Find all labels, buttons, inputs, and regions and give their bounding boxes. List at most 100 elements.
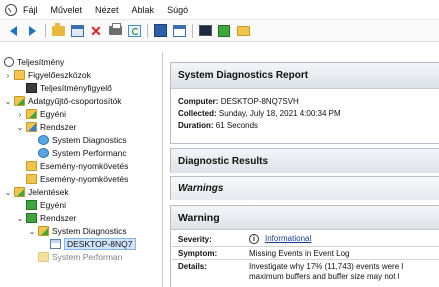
toolbar-separator (45, 23, 46, 38)
tree-item-data-collector-sets[interactable]: ⌄ Adatgyűjtő-csoportosítók (4, 95, 122, 107)
report-icon (50, 239, 61, 249)
tree-item-monitoring-tools[interactable]: › Figyelőeszközok (4, 69, 91, 81)
tree-item-report-desktop[interactable]: DESKTOP-8NQ7 (50, 238, 136, 250)
refresh-button[interactable] (126, 23, 142, 39)
computer-label: Computer: (178, 97, 219, 106)
tree-item-label: Rendszer (40, 122, 77, 132)
back-button[interactable] (5, 23, 21, 39)
menu-view[interactable]: Nézet (95, 5, 119, 15)
tree-item-label: Egyéni (40, 200, 66, 210)
tree-item-reports-system[interactable]: ⌄ Rendszer (16, 212, 76, 224)
chevron-down-icon[interactable]: ⌄ (16, 214, 24, 223)
chevron-down-icon[interactable]: ⌄ (16, 123, 24, 132)
user-defined-folder-icon (26, 109, 37, 119)
warning-heading: Warning (171, 206, 439, 230)
chevron-right-icon[interactable]: › (16, 110, 24, 119)
tree-item-system-performance[interactable]: System Performanc (38, 147, 127, 159)
tree-item-label: System Performan (52, 252, 123, 262)
monitor-button[interactable] (197, 23, 213, 39)
folder-icon (38, 252, 49, 262)
diagnostic-results-section[interactable]: Diagnostic Results (170, 148, 439, 173)
divider (171, 259, 439, 260)
tree-item-performance-monitor[interactable]: Teljesítményfigyelő (26, 82, 112, 94)
tree-item-label: Adatgyűjtő-csoportosítók (28, 96, 122, 106)
duration-value: 61 Seconds (215, 121, 259, 130)
tree-item-label: Rendszer (40, 213, 77, 223)
print-icon (108, 23, 122, 35)
refresh-icon (127, 24, 141, 37)
warnings-heading: Warnings (171, 177, 439, 200)
toolbar-separator (147, 23, 148, 38)
chevron-right-icon[interactable]: › (4, 71, 12, 80)
collected-label: Collected: (178, 109, 217, 118)
view-button[interactable] (171, 23, 187, 39)
warnings-section[interactable]: Warnings (170, 176, 439, 200)
folder-icon (26, 174, 37, 184)
duration-label: Duration: (178, 121, 214, 130)
diagnostic-results-heading: Diagnostic Results (171, 149, 439, 173)
report-pane: System Diagnostics Report Computer: DESK… (170, 52, 439, 287)
tree-item-reports-system-diagnostics[interactable]: ⌄ System Diagnostics (28, 225, 127, 237)
console-tree-icon (70, 24, 84, 37)
toolbar-separator (192, 23, 193, 38)
console-tree: Teljesítmény › Figyelőeszközok Teljesítm… (0, 52, 163, 287)
chevron-down-icon[interactable]: ⌄ (28, 227, 36, 236)
system-folder-icon (26, 122, 37, 132)
menu-bar: Fájl Művelet Nézet Ablak Súgó (0, 0, 439, 20)
chevron-down-icon[interactable]: ⌄ (4, 97, 12, 106)
divider (171, 246, 439, 247)
report-folder-icon (38, 226, 49, 236)
computer-row: Computer: DESKTOP-8NQ7SVH (178, 97, 299, 106)
properties-icon (153, 24, 167, 37)
monitor-icon (198, 25, 212, 36)
delete-button[interactable]: ✕ (88, 23, 104, 39)
report-title: System Diagnostics Report (171, 63, 439, 89)
tree-item-reports-system-performance[interactable]: System Performan (38, 251, 122, 263)
performance-monitor-app-icon[interactable] (5, 3, 17, 16)
computer-value: DESKTOP-8NQ7SVH (220, 97, 299, 106)
delete-icon: ✕ (90, 22, 102, 39)
reports-folder-icon (14, 187, 25, 197)
start-button[interactable] (216, 23, 232, 39)
tree-item-label: System Diagnostics (52, 135, 127, 145)
tree-item-label: Jelentések (28, 187, 69, 197)
tree-item-label: System Diagnostics (52, 226, 127, 236)
menu-help[interactable]: Súgó (167, 5, 188, 15)
tree-item-root[interactable]: Teljesítmény (4, 56, 64, 68)
tree-item-system[interactable]: ⌄ Rendszer (16, 121, 76, 133)
details-line-1: Investigate why 17% (11,743) events were… (249, 262, 404, 271)
show-hide-tree-button[interactable] (69, 23, 85, 39)
duration-row: Duration: 61 Seconds (178, 121, 258, 130)
forward-arrow-icon (28, 25, 36, 36)
toolbar: ✕ (0, 20, 439, 42)
tree-item-reports-user-defined[interactable]: Egyéni (26, 199, 66, 211)
tree-item-startup-event-trace-sessions[interactable]: Esemény-nyomkövetés (26, 173, 128, 185)
menu-file[interactable]: Fájl (23, 5, 38, 15)
properties-button[interactable] (152, 23, 168, 39)
report-summary-panel: System Diagnostics Report Computer: DESK… (170, 62, 439, 144)
folder-icon (26, 161, 37, 171)
symptom-label: Symptom: (178, 249, 218, 258)
view-icon (172, 24, 186, 37)
chevron-down-icon[interactable]: ⌄ (4, 188, 12, 197)
tree-item-event-trace-sessions[interactable]: Esemény-nyomkövetés (26, 160, 128, 172)
up-one-level-button[interactable] (50, 22, 66, 39)
severity-link[interactable]: Informational (265, 234, 311, 243)
tree-item-system-diagnostics[interactable]: System Diagnostics (38, 134, 127, 146)
tree-item-label: System Performanc (52, 148, 127, 158)
start-icon (218, 24, 230, 37)
severity-value-row: i Informational (249, 234, 311, 244)
menu-window[interactable]: Ablak (132, 5, 155, 15)
data-collector-icon (38, 148, 49, 158)
forward-button[interactable] (24, 23, 40, 39)
severity-label: Severity: (178, 235, 212, 244)
print-button[interactable] (107, 23, 123, 39)
tree-item-user-defined[interactable]: › Egyéni (16, 108, 66, 120)
tree-item-label: Figyelőeszközok (28, 70, 91, 80)
menu-action[interactable]: Művelet (51, 5, 83, 15)
data-collector-icon (38, 135, 49, 145)
open-folder-button[interactable] (235, 23, 251, 39)
collected-value: Sunday, July 18, 2021 4:00:34 PM (218, 109, 341, 118)
details-label: Details: (178, 262, 207, 271)
tree-item-reports[interactable]: ⌄ Jelentések (4, 186, 69, 198)
